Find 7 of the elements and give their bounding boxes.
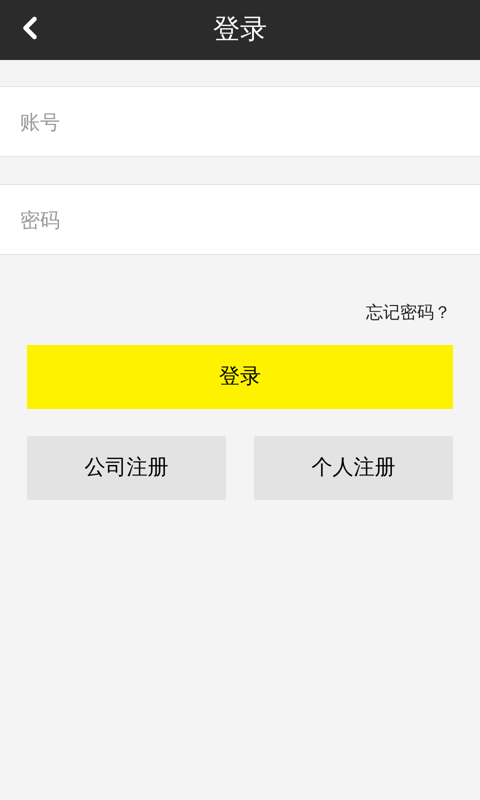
- register-button[interactable]: 个人注册: [254, 436, 453, 500]
- register-button[interactable]: 公司注册: [27, 436, 226, 500]
- page-title: 登录: [213, 12, 267, 47]
- forgot-password-link[interactable]: 忘记密码？: [366, 301, 451, 326]
- login-button[interactable]: 登录: [27, 344, 453, 408]
- text-field[interactable]: 密码: [0, 184, 480, 255]
- text-field[interactable]: 账号: [0, 86, 480, 157]
